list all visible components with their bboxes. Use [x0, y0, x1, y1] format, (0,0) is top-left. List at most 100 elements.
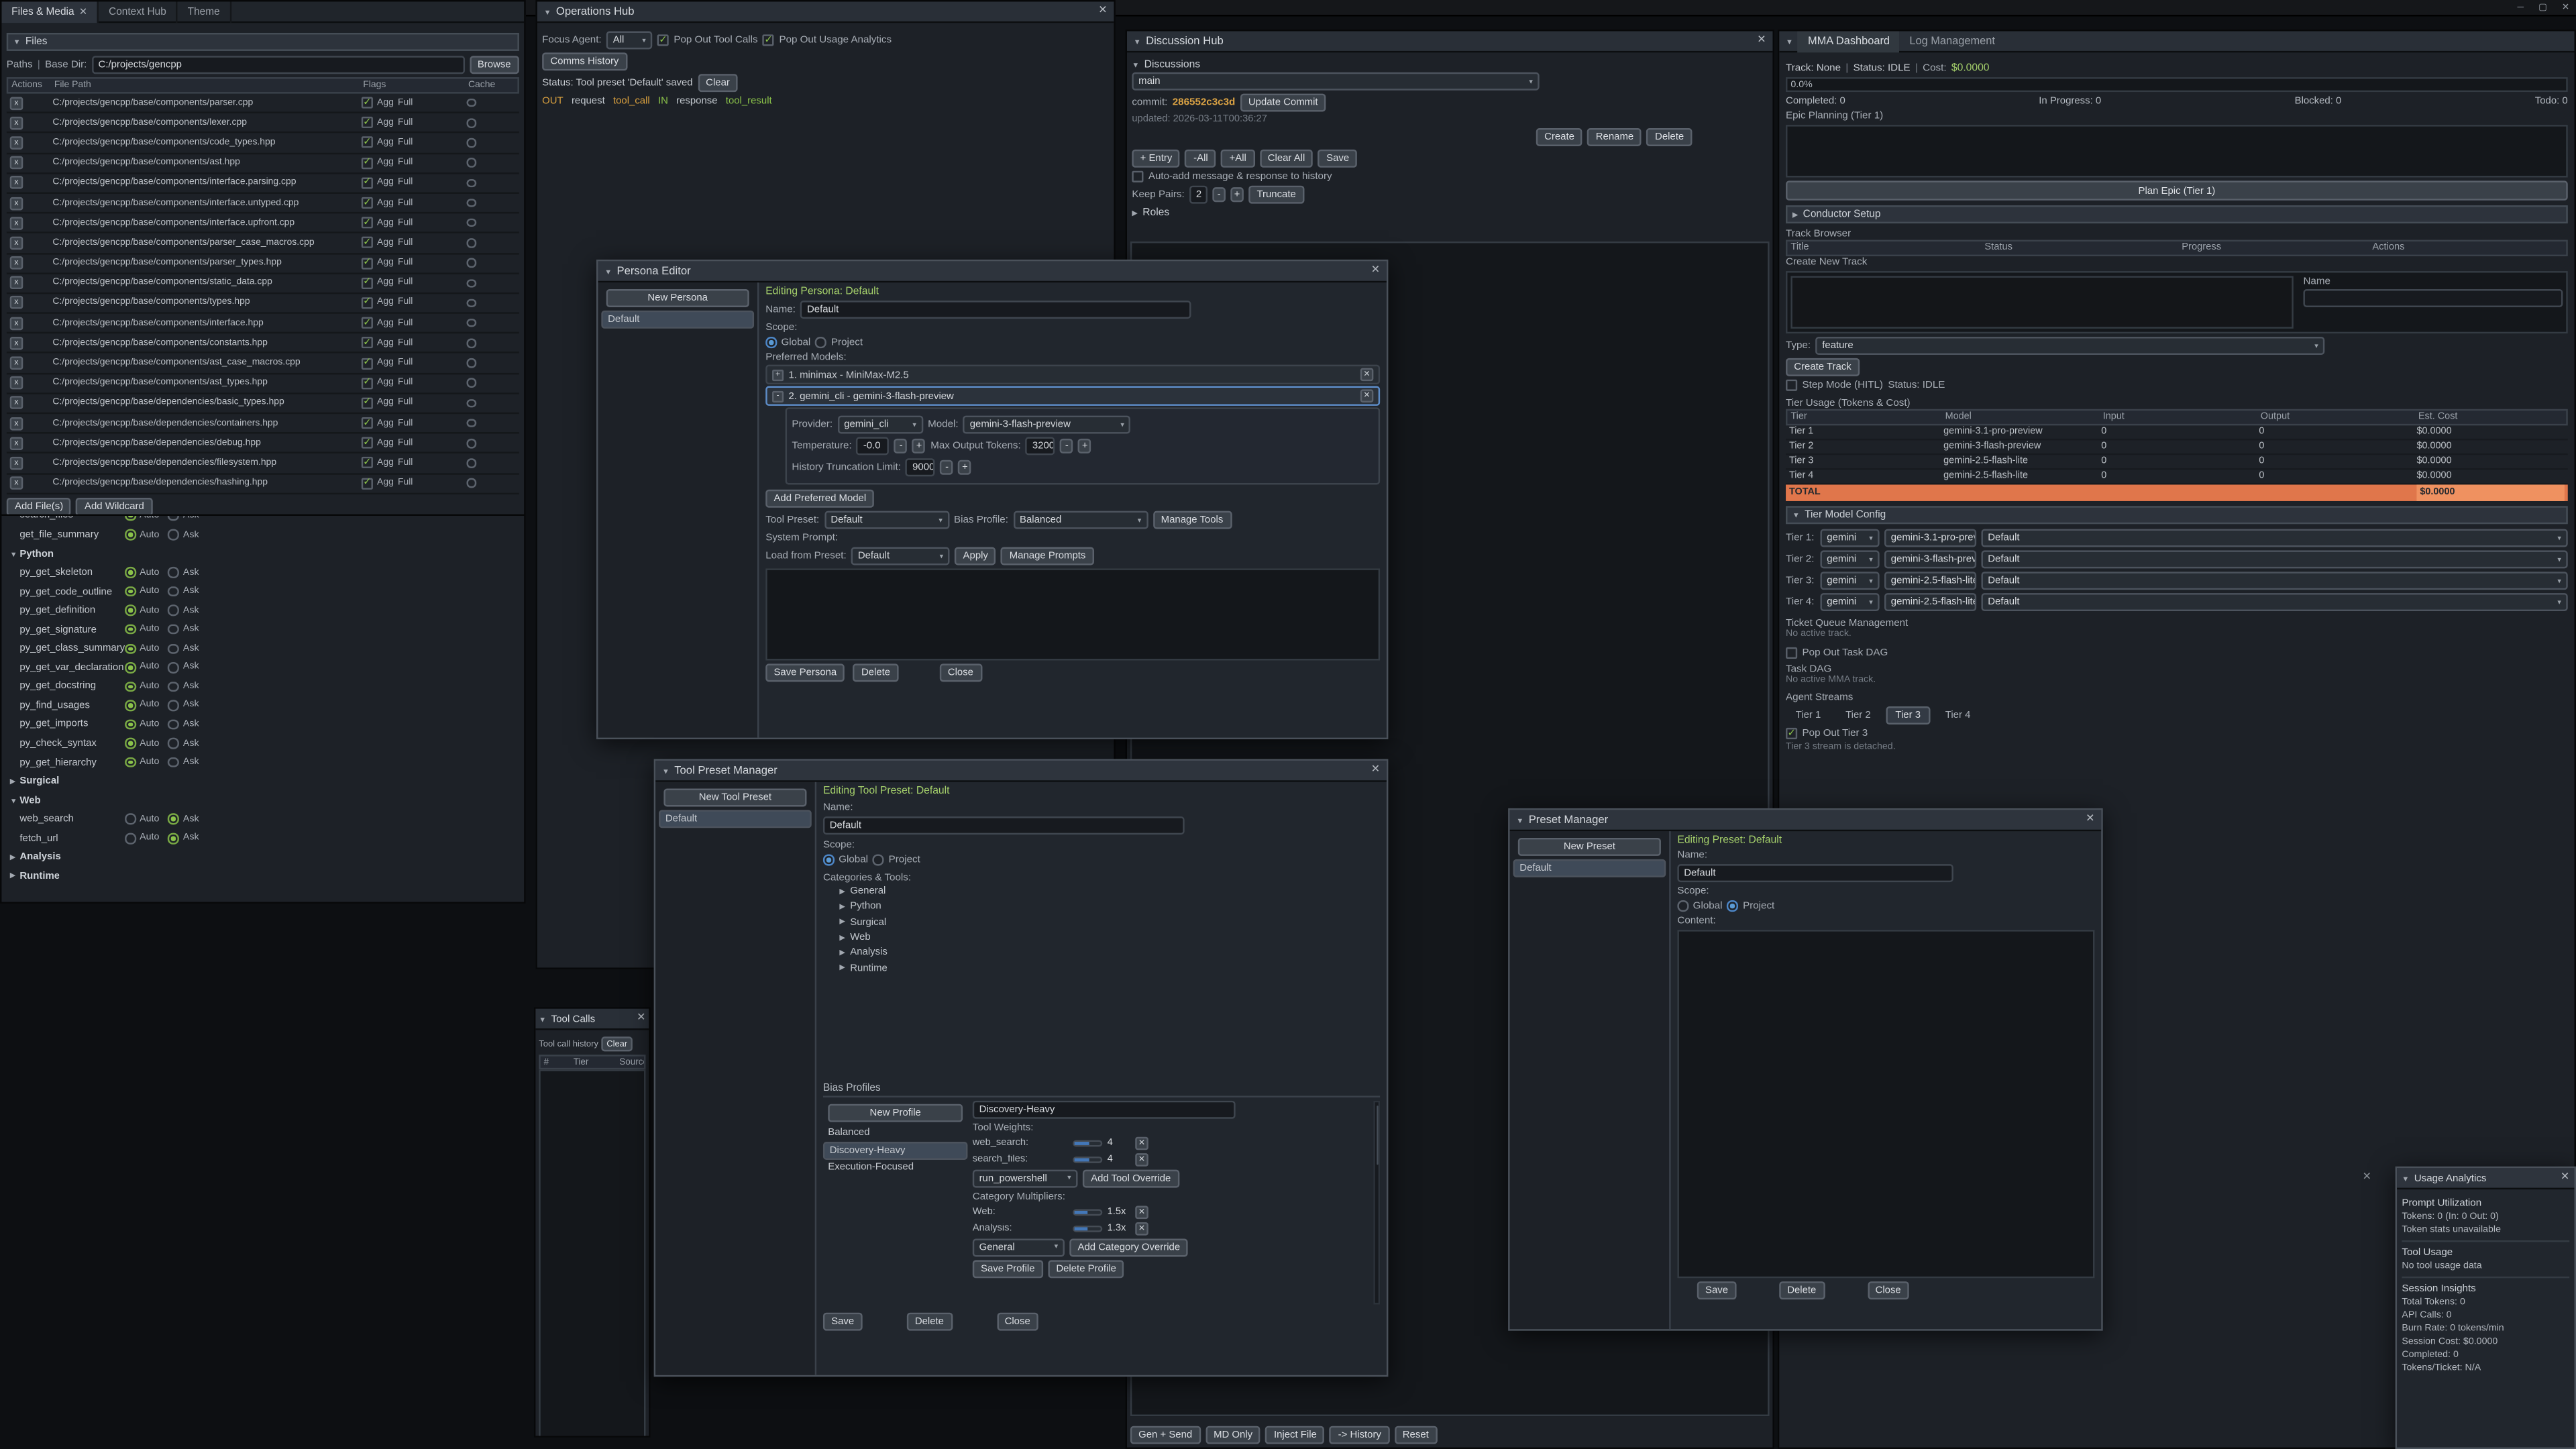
remove-file-button[interactable]: x — [10, 96, 23, 109]
auto-radio[interactable] — [125, 568, 136, 578]
remove-file-button[interactable]: x — [10, 136, 23, 150]
panel-tab[interactable]: Files & Media ✕ — [1, 1, 99, 23]
agg-checkbox[interactable] — [362, 337, 373, 349]
collapse-arrow-icon[interactable]: ▼ — [544, 7, 551, 15]
remove-file-button[interactable]: x — [10, 276, 23, 290]
multiplier-slider[interactable] — [1073, 1209, 1102, 1216]
collapse-arrow-icon[interactable]: ▼ — [1134, 37, 1141, 45]
pref-provider-select[interactable]: gemini_cli▾ — [837, 416, 922, 434]
full-button[interactable]: Full — [398, 478, 413, 488]
ask-radio[interactable] — [168, 719, 179, 730]
clear-all-button[interactable]: Clear All — [1259, 150, 1313, 168]
full-button[interactable]: Full — [398, 458, 413, 468]
full-button[interactable]: Full — [398, 358, 413, 368]
conductor-setup-header[interactable]: ▶Conductor Setup — [1786, 205, 2568, 223]
add-tool-override-button[interactable]: Add Tool Override — [1083, 1169, 1179, 1187]
scope-global-radio[interactable] — [823, 855, 834, 865]
full-button[interactable]: Full — [398, 298, 413, 308]
agg-checkbox[interactable] — [362, 277, 373, 288]
remove-file-button[interactable]: x — [10, 437, 23, 450]
panel-tab[interactable]: Context Hub ✕ — [99, 1, 178, 23]
category-override-select[interactable]: General▾ — [973, 1238, 1065, 1256]
delete-discussion-button[interactable]: Delete — [1647, 128, 1693, 146]
full-button[interactable]: Full — [398, 178, 413, 188]
group-arrow-icon[interactable]: ▶ — [10, 776, 20, 786]
pop-out-tool-calls-checkbox[interactable] — [657, 34, 669, 46]
pref-temperature-input[interactable]: -0.0 — [857, 437, 890, 455]
bias-profile-item[interactable]: Balanced — [823, 1125, 968, 1141]
profile-name-input[interactable]: Discovery-Heavy — [973, 1100, 1236, 1118]
agg-checkbox[interactable] — [362, 458, 373, 469]
ask-radio[interactable] — [168, 568, 179, 578]
remove-file-button[interactable]: x — [10, 477, 23, 490]
bias-profile-item[interactable]: Discovery-Heavy — [823, 1142, 968, 1160]
full-button[interactable]: Full — [398, 98, 413, 108]
decrement-button[interactable]: - — [941, 460, 954, 475]
close-icon[interactable]: ✕ — [79, 7, 87, 18]
agg-checkbox[interactable] — [362, 197, 373, 209]
agg-checkbox[interactable] — [362, 317, 373, 329]
full-button[interactable]: Full — [398, 278, 413, 288]
full-button[interactable]: Full — [398, 238, 413, 248]
ask-radio[interactable] — [168, 662, 179, 673]
remove-model-button[interactable]: ✕ — [1360, 389, 1374, 402]
save-profile-button[interactable]: Save Profile — [973, 1260, 1043, 1278]
full-button[interactable]: Full — [398, 338, 413, 348]
full-button[interactable]: Full — [398, 198, 413, 208]
pref-max-output-input[interactable]: 32000 — [1026, 437, 1055, 455]
remove-file-button[interactable]: x — [10, 376, 23, 390]
tier-preset-select[interactable]: Default▾ — [1981, 572, 2567, 590]
group-arrow-icon[interactable]: ▼ — [10, 549, 20, 557]
new-persona-button[interactable]: New Persona — [606, 289, 749, 307]
add-category-override-button[interactable]: Add Category Override — [1069, 1238, 1188, 1256]
auto-radio[interactable] — [125, 681, 136, 692]
add-files-button[interactable]: Add File(s) — [7, 498, 72, 516]
category-tree-item[interactable]: ▶ Web — [823, 930, 1380, 945]
apply-button[interactable]: Apply — [955, 547, 996, 566]
auto-radio[interactable] — [125, 757, 136, 768]
minus-all-button[interactable]: -All — [1185, 150, 1216, 168]
group-arrow-icon[interactable]: ▼ — [10, 796, 20, 804]
preset-name-input[interactable]: Default — [1677, 864, 1953, 882]
full-button[interactable]: Full — [398, 218, 413, 228]
persona-bias-profile-select[interactable]: Balanced▾ — [1013, 511, 1148, 529]
new-tool-preset-button[interactable]: New Tool Preset — [663, 789, 807, 807]
tool-override-select[interactable]: run_powershell▾ — [973, 1169, 1078, 1187]
panel-tab[interactable]: Theme ✕ — [178, 1, 231, 23]
remove-file-button[interactable]: x — [10, 197, 23, 210]
rename-discussion-button[interactable]: Rename — [1588, 128, 1642, 146]
create-discussion-button[interactable]: Create — [1536, 128, 1582, 146]
ask-radio[interactable] — [168, 681, 179, 692]
system-prompt-textarea[interactable] — [765, 568, 1380, 660]
tier-provider-select[interactable]: gemini▾ — [1820, 550, 1879, 568]
ask-radio[interactable] — [168, 757, 179, 768]
auto-radio[interactable] — [125, 814, 136, 824]
tier-preset-select[interactable]: Default▾ — [1981, 593, 2567, 611]
clear-status-button[interactable]: Clear — [698, 74, 738, 92]
category-tree-item[interactable]: ▶ Runtime — [823, 960, 1380, 975]
expand-arrow-icon[interactable]: ▶ — [839, 917, 845, 927]
auto-radio[interactable] — [125, 719, 136, 730]
scrollbar-thumb[interactable] — [1376, 1106, 1377, 1165]
collapse-arrow-icon[interactable]: ▼ — [1516, 816, 1523, 824]
auto-radio[interactable] — [125, 586, 136, 597]
tier-provider-select[interactable]: gemini▾ — [1820, 593, 1879, 611]
ask-radio[interactable] — [168, 529, 179, 540]
new-profile-button[interactable]: New Profile — [827, 1104, 963, 1122]
scope-global-radio[interactable] — [1677, 901, 1688, 912]
increment-button[interactable]: + — [912, 439, 926, 453]
agg-checkbox[interactable] — [362, 478, 373, 489]
expand-arrow-icon[interactable]: ▶ — [1132, 208, 1137, 218]
decrement-button[interactable]: - — [1212, 187, 1226, 202]
auto-radio[interactable] — [125, 833, 136, 844]
dashboard-tab[interactable]: MMA Dashboard — [1798, 30, 1899, 52]
agg-checkbox[interactable] — [362, 177, 373, 189]
delete-tool-preset-button[interactable]: Delete — [907, 1312, 953, 1330]
truncate-button[interactable]: Truncate — [1248, 186, 1304, 204]
tier-provider-select[interactable]: gemini▾ — [1820, 572, 1879, 590]
category-tree-item[interactable]: ▶ Surgical — [823, 914, 1380, 930]
expand-arrow-icon[interactable]: ▶ — [839, 963, 845, 973]
full-button[interactable]: Full — [398, 318, 413, 328]
ask-radio[interactable] — [168, 700, 179, 711]
add-entry-button[interactable]: + Entry — [1132, 150, 1180, 168]
